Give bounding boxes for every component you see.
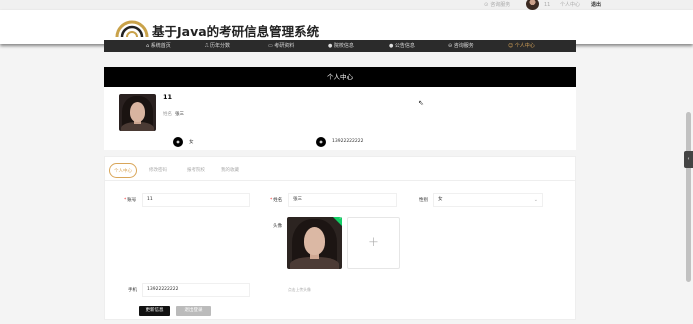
scrollbar[interactable] (686, 112, 691, 282)
nav-item-label: 院校信息 (333, 43, 354, 49)
username-label: 11 (544, 2, 551, 8)
logout-link[interactable]: 退出 (591, 0, 601, 10)
consult-link[interactable]: ⊙ 咨询服务 (484, 0, 510, 10)
logout-button[interactable]: 退出登录 (176, 306, 211, 316)
consult-label: 咨询服务 (490, 2, 511, 8)
nav-item-notices[interactable]: ● 公告信息 (389, 40, 415, 52)
nav-item-home[interactable]: ⌂ 系统首页 (146, 40, 171, 52)
notice-icon: ● (389, 43, 394, 49)
nav-item-label: 考研资料 (274, 43, 295, 49)
site-header: 基于Java的考研信息管理系统 (0, 10, 693, 44)
tab-favorites[interactable]: 我的收藏 (221, 163, 239, 178)
upload-avatar-button[interactable]: + (347, 217, 400, 269)
account-field[interactable]: 11 (142, 193, 250, 207)
chart-icon: ⎍ (205, 43, 209, 49)
nav-item-label: 公告信息 (394, 43, 415, 49)
nav-item-label: 系统首页 (150, 43, 171, 49)
nav-item-label: 历年分数 (210, 43, 231, 49)
avatar-preview[interactable]: ✓ (287, 217, 342, 269)
side-collapse-tab[interactable]: ‹ (684, 151, 693, 168)
profile-name-label: 姓名 (163, 112, 172, 117)
logo-icon (115, 20, 149, 38)
sex-select-value: 女 (438, 197, 443, 202)
nav-item-label: 咨询服务 (453, 43, 474, 49)
profile-phone: 13922222222 (332, 139, 364, 144)
chevron-left-icon: ‹ (687, 156, 690, 162)
user-icon: ☺ (508, 43, 514, 49)
nav-item-scores[interactable]: ⎍ 历年分数 (205, 40, 230, 52)
nav-item-schools[interactable]: ● 院校信息 (328, 40, 354, 52)
plus-icon: + (368, 235, 379, 250)
nav-item-materials[interactable]: ▭ 考研资料 (268, 40, 294, 52)
profile-name: 张三 (175, 112, 184, 117)
profile-avatar (119, 94, 156, 131)
nav-item-consult[interactable]: ⊖ 咨询服务 (448, 40, 474, 52)
phone-label: 手机 (128, 288, 137, 293)
profile-form-panel: 个人中心 修改密码 报考院校 我的收藏 *账号 11 *姓名 张三 性别 女 ⌄… (104, 156, 576, 320)
home-icon: ⌂ (146, 43, 150, 49)
tab-applied-schools[interactable]: 报考院校 (187, 163, 205, 178)
upload-hint: 点击上传头像 (288, 287, 311, 292)
tab-divider (105, 180, 575, 181)
update-info-button[interactable]: 更新信息 (139, 306, 170, 316)
phone-field[interactable]: 13922222222 (142, 283, 250, 297)
main-nav: ⌂ 系统首页 ⎍ 历年分数 ▭ 考研资料 ● 院校信息 ● 公告信息 ⊖ 咨询服… (104, 40, 576, 52)
mouse-cursor-icon: ⇖ (418, 99, 424, 107)
profile-card: 11 姓名 张三 ◉ 女 ◉ 13922222222 (104, 87, 576, 150)
tab-change-password[interactable]: 修改密码 (149, 163, 167, 178)
section-title: 个人中心 (104, 67, 576, 87)
profile-sex: 女 (189, 140, 194, 145)
chevron-down-icon: ⌄ (533, 197, 538, 203)
info-icon: ● (328, 43, 333, 49)
user-center-link[interactable]: 个人中心 (560, 0, 580, 10)
sex-icon: ◉ (173, 137, 183, 147)
sex-label: 性别 (419, 198, 428, 203)
phone-icon: ◉ (316, 137, 326, 147)
book-icon: ▭ (268, 43, 273, 49)
tab-personal-center[interactable]: 个人中心 (109, 163, 137, 178)
account-label: *账号 (124, 198, 137, 203)
avatar-label: 头像 (273, 224, 282, 229)
name-label: *姓名 (270, 198, 283, 203)
name-field[interactable]: 张三 (288, 193, 397, 207)
nav-item-user-center[interactable]: ☺ 个人中心 (508, 40, 535, 52)
nav-item-label: 个人中心 (514, 43, 535, 49)
chat-icon: ⊙ (484, 2, 489, 8)
avatar[interactable] (526, 0, 539, 10)
chat-icon: ⊖ (448, 43, 453, 49)
profile-username: 11 (163, 93, 173, 101)
top-utility-bar: ⊙ 咨询服务 11 个人中心 退出 (0, 0, 693, 10)
site-title: 基于Java的考研信息管理系统 (152, 24, 320, 39)
sex-select[interactable]: 女 ⌄ (433, 193, 543, 207)
